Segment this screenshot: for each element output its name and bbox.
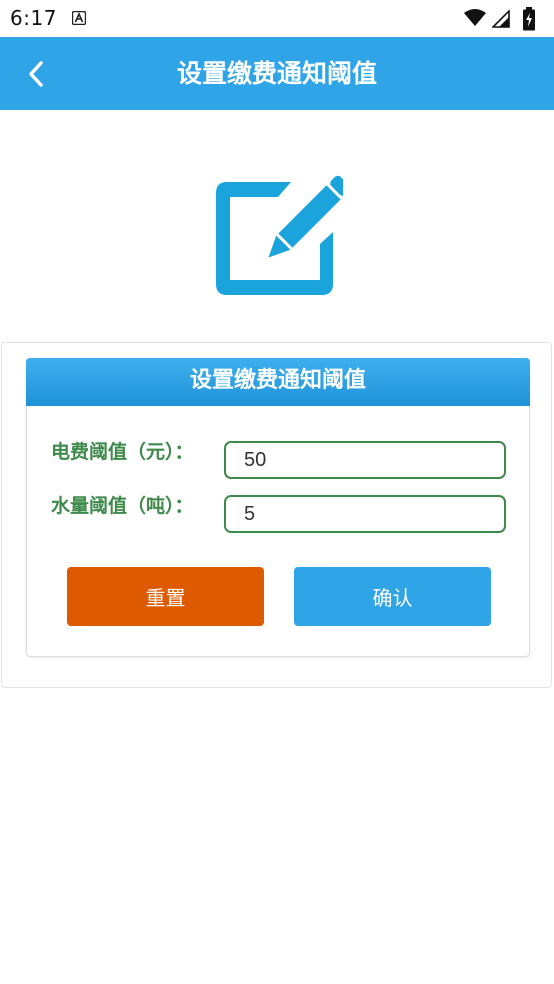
- chevron-left-icon: [29, 61, 43, 87]
- page-title: 设置缴费通知阈值: [176, 59, 377, 88]
- reset-button[interactable]: 重置: [67, 567, 264, 626]
- battery-charging-icon: [523, 7, 535, 31]
- electricity-row: 电费阈值（元）：: [27, 439, 531, 479]
- back-button[interactable]: [14, 52, 58, 96]
- panel-title: 设置缴费通知阈值: [26, 358, 530, 406]
- water-threshold-input[interactable]: [224, 495, 506, 533]
- threshold-panel: 设置缴费通知阈值 电费阈值（元）： 水量阈值（吨）： 重置 确认: [26, 358, 530, 657]
- electricity-threshold-input[interactable]: [224, 441, 506, 479]
- electricity-threshold-label: 电费阈值（元）：: [51, 441, 194, 463]
- status-bar: 6:17: [0, 0, 554, 37]
- a-notification-icon: [72, 11, 86, 25]
- status-time: 6:17: [10, 6, 57, 30]
- wifi-icon: [464, 9, 486, 26]
- settings-card: 设置缴费通知阈值 电费阈值（元）： 水量阈值（吨）： 重置 确认: [1, 342, 552, 688]
- edit-icon: [216, 175, 343, 295]
- water-row: 水量阈值（吨）：: [27, 493, 531, 533]
- signal-icon: [492, 10, 510, 28]
- app-bar: 设置缴费通知阈值: [0, 37, 554, 110]
- confirm-button[interactable]: 确认: [294, 567, 491, 626]
- water-threshold-label: 水量阈值（吨）：: [51, 495, 194, 517]
